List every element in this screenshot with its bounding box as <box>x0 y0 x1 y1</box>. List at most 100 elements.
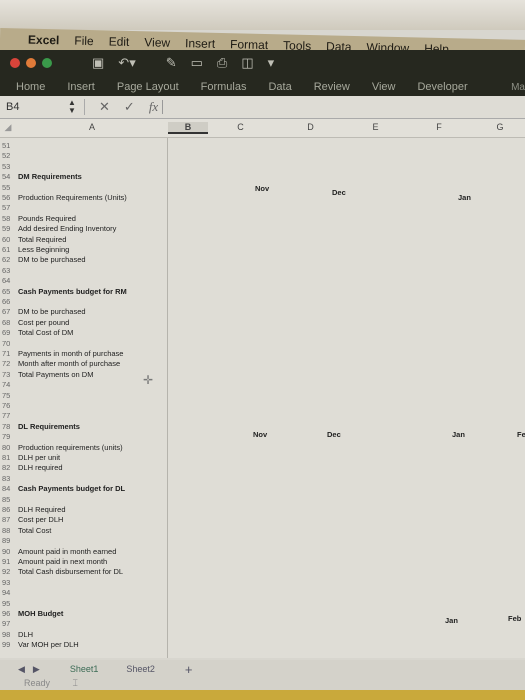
cell-a-label[interactable]: Cost per DLH <box>18 514 63 525</box>
table-row[interactable]: 85 <box>0 494 168 505</box>
column-header-e[interactable]: E <box>348 122 403 132</box>
row-number[interactable]: 78 <box>2 421 10 432</box>
cell-a-label[interactable]: DM to be purchased <box>18 254 86 265</box>
table-row[interactable]: 56 Production Requirements (Units) <box>0 192 168 203</box>
table-row[interactable]: 51 <box>0 140 168 151</box>
menu-app-name[interactable]: Excel <box>28 33 60 48</box>
name-box[interactable]: B4 <box>0 101 66 113</box>
row-number[interactable]: 70 <box>2 338 10 349</box>
row-number[interactable]: 80 <box>2 442 10 453</box>
row-number[interactable]: 72 <box>2 358 10 369</box>
table-row[interactable]: 58 Pounds Required <box>0 213 168 224</box>
row-number[interactable]: 66 <box>2 296 10 307</box>
row-number[interactable]: 62 <box>2 254 10 265</box>
row-number[interactable]: 54 <box>2 171 10 182</box>
table-row[interactable]: 79 <box>0 431 168 442</box>
cell-a-label[interactable]: Var MOH per DLH <box>18 639 79 650</box>
column-header-b[interactable]: B <box>168 122 208 134</box>
tab-developer[interactable]: Developer <box>417 81 467 93</box>
table-row[interactable]: 80 Production requirements (units) <box>0 442 168 453</box>
row-number[interactable]: 90 <box>2 546 10 557</box>
cell-a-label[interactable]: DM to be purchased <box>18 306 86 317</box>
more-icon[interactable]: ▾ <box>268 55 275 71</box>
table-row[interactable]: 88 Total Cost <box>0 525 168 536</box>
table-row[interactable]: 81 DLH per unit <box>0 452 168 463</box>
row-number[interactable]: 97 <box>2 618 10 629</box>
table-row[interactable]: 83 <box>0 473 168 484</box>
sheet-tab-1[interactable]: Sheet1 <box>70 664 99 674</box>
cell-a-label[interactable]: Add desired Ending Inventory <box>18 223 116 234</box>
table-row[interactable]: 68 Cost per pound <box>0 317 168 328</box>
row-number[interactable]: 93 <box>2 577 10 588</box>
table-row[interactable]: 96 MOH Budget <box>0 608 168 619</box>
cell-a-label[interactable]: DLH required <box>18 462 63 473</box>
row-number[interactable]: 57 <box>2 202 10 213</box>
cell-a-label[interactable]: MOH Budget <box>18 608 63 619</box>
row-number[interactable]: 51 <box>2 140 10 151</box>
row-number[interactable]: 64 <box>2 275 10 286</box>
table-row[interactable]: 71 Payments in month of purchase <box>0 348 168 359</box>
row-number[interactable]: 79 <box>2 431 10 442</box>
table-row[interactable]: 98 DLH <box>0 629 168 640</box>
row-number[interactable]: 86 <box>2 504 10 515</box>
row-number[interactable]: 73 <box>2 369 10 380</box>
table-row[interactable]: 95 <box>0 598 168 609</box>
row-number[interactable]: 67 <box>2 306 10 317</box>
row-number[interactable]: 68 <box>2 317 10 328</box>
edit-icon[interactable]: ✎ <box>166 55 177 71</box>
table-row[interactable]: 66 <box>0 296 168 307</box>
row-number[interactable]: 61 <box>2 244 10 255</box>
menu-view[interactable]: View <box>144 35 170 50</box>
tab-home[interactable]: Home <box>16 81 45 93</box>
row-number[interactable]: 88 <box>2 525 10 536</box>
cell-a-label[interactable]: Cash Payments budget for RM <box>18 286 127 297</box>
cell-a-label[interactable]: Total Required <box>18 234 66 245</box>
tab-data[interactable]: Data <box>268 81 291 93</box>
table-row[interactable]: 82 DLH required <box>0 462 168 473</box>
cell-a-label[interactable]: DL Requirements <box>18 421 80 432</box>
row-number[interactable]: 75 <box>2 390 10 401</box>
row-number[interactable]: 65 <box>2 286 10 297</box>
undo-icon[interactable]: ↶▾ <box>118 55 135 71</box>
cell-a-label[interactable]: Pounds Required <box>18 213 76 224</box>
column-header-d[interactable]: D <box>273 122 348 132</box>
cancel-icon[interactable]: ✕ <box>99 99 110 115</box>
row-number[interactable]: 81 <box>2 452 10 463</box>
sheet-tab-2[interactable]: Sheet2 <box>126 664 155 674</box>
table-row[interactable]: 84 Cash Payments budget for DL <box>0 483 168 494</box>
cell-a-label[interactable]: Cost per pound <box>18 317 69 328</box>
cell-a-label[interactable]: Amount paid in month earned <box>18 546 116 557</box>
column-header-g[interactable]: G <box>475 122 525 132</box>
row-number[interactable]: 56 <box>2 192 10 203</box>
table-row[interactable]: 57 <box>0 202 168 213</box>
macro-record-icon[interactable]: ⌶ <box>73 678 78 688</box>
row-number[interactable]: 92 <box>2 566 10 577</box>
row-number[interactable]: 77 <box>2 410 10 421</box>
row-number[interactable]: 53 <box>2 161 10 172</box>
table-row[interactable]: 78 DL Requirements <box>0 421 168 432</box>
table-row[interactable]: 93 <box>0 577 168 588</box>
table-row[interactable]: 89 <box>0 535 168 546</box>
row-number[interactable]: 87 <box>2 514 10 525</box>
prev-sheet-button[interactable]: ◀ <box>18 664 25 675</box>
confirm-icon[interactable]: ✓ <box>124 99 135 115</box>
table-row[interactable]: 59 Add desired Ending Inventory <box>0 223 168 234</box>
cell-a-label[interactable]: DLH <box>18 629 33 640</box>
cell-a-label[interactable]: Production requirements (units) <box>18 442 123 453</box>
table-row[interactable]: 87 Cost per DLH <box>0 514 168 525</box>
cell-a-label[interactable]: Total Cost of DM <box>18 327 73 338</box>
cell-a-label[interactable]: DLH Required <box>18 504 66 515</box>
column-header-f[interactable]: F <box>403 122 475 132</box>
row-number[interactable]: 58 <box>2 213 10 224</box>
print-icon[interactable]: ⎙ <box>217 55 227 71</box>
table-row[interactable]: 62 DM to be purchased <box>0 254 168 265</box>
sidebar-icon[interactable]: ◫ <box>241 55 253 71</box>
row-number[interactable]: 63 <box>2 265 10 276</box>
table-row[interactable]: 77 <box>0 410 168 421</box>
share-label[interactable]: Ma <box>511 82 525 93</box>
next-sheet-button[interactable]: ▶ <box>33 664 40 675</box>
cell-a-label[interactable]: Total Payments on DM <box>18 369 93 380</box>
table-row[interactable]: 67 DM to be purchased <box>0 306 168 317</box>
cell-a-label[interactable]: DM Requirements <box>18 171 82 182</box>
row-number[interactable]: 55 <box>2 182 10 193</box>
